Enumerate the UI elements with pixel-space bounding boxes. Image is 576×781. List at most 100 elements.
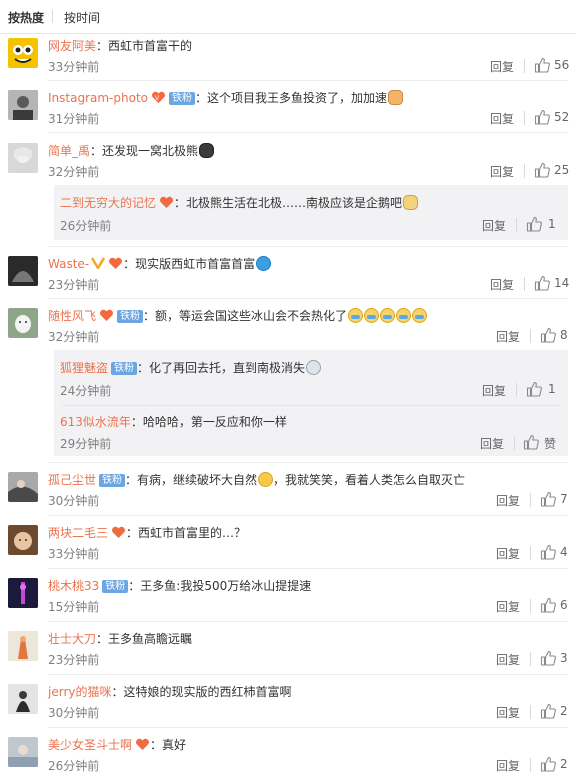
reply-button[interactable]: 回复 (490, 163, 514, 180)
laugh-cry-emoji-icon (348, 308, 364, 323)
reply-button[interactable]: 回复 (496, 492, 520, 509)
like-icon[interactable] (534, 109, 550, 125)
divider (48, 246, 568, 247)
colon: ： (137, 361, 150, 375)
username[interactable]: 桃木桃33 (48, 579, 99, 593)
reply-button[interactable]: 回复 (496, 704, 520, 721)
like-icon[interactable] (534, 162, 550, 178)
like-icon[interactable] (534, 275, 550, 291)
username[interactable]: 狐狸魅盗 (60, 361, 108, 375)
reply-button[interactable]: 回复 (482, 217, 506, 234)
avatar[interactable] (8, 90, 38, 120)
like-icon[interactable] (540, 491, 556, 507)
avatar[interactable] (8, 578, 38, 608)
reply-button[interactable]: 回复 (496, 598, 520, 615)
like-icon[interactable] (540, 327, 556, 343)
comment-text: 西虹市首富干的 (108, 39, 193, 53)
divider (530, 705, 531, 719)
comment-time: 26分钟前 (48, 759, 100, 773)
colon: ： (143, 309, 156, 323)
reply-button[interactable]: 回复 (490, 110, 514, 127)
like-icon[interactable] (540, 597, 556, 613)
comment-text: 有病，继续破坏大自然 (137, 473, 258, 487)
divider (48, 515, 568, 516)
like-count: 7 (560, 492, 568, 506)
laugh-cry-emoji-icon (396, 308, 412, 323)
comment-time: 32分钟前 (48, 330, 100, 344)
like-icon[interactable] (523, 434, 539, 450)
colon: ： (123, 257, 136, 271)
heart-badge-icon: V (151, 91, 166, 104)
divider (48, 621, 568, 622)
fan-badge: 铁粉 (169, 92, 195, 105)
avatar[interactable] (8, 737, 38, 767)
heart-badge-icon (135, 738, 150, 751)
username[interactable]: 美少女圣斗士啊 (48, 738, 132, 752)
reply-time: 24分钟前 (60, 384, 112, 398)
reply-button[interactable]: 回复 (496, 651, 520, 668)
comment-time: 23分钟前 (48, 278, 100, 292)
colon: ： (96, 39, 109, 53)
comment-text-continued: ，我就笑笑，看着人类怎么自取灭亡 (273, 473, 466, 487)
reply-button[interactable]: 回复 (496, 757, 520, 774)
reply-button[interactable]: 回复 (490, 58, 514, 75)
tab-hot[interactable]: 按热度 (8, 9, 44, 26)
like-count: 1 (548, 382, 556, 396)
avatar[interactable] (8, 472, 38, 502)
divider (530, 546, 531, 560)
avatar[interactable] (8, 143, 38, 173)
reply-button[interactable]: 回复 (496, 328, 520, 345)
colon: ： (150, 738, 163, 752)
divider (516, 383, 517, 397)
heart-badge-icon (108, 257, 123, 270)
username[interactable]: 613似水流年 (60, 415, 131, 429)
like-icon[interactable] (534, 57, 550, 73)
comment-item: Instagram-photo V 铁粉 ：这个项目我王多鱼投资了，加加速 31分钟前… (0, 84, 576, 130)
divider (48, 462, 568, 463)
avatar[interactable] (8, 525, 38, 555)
colon: ： (195, 91, 208, 105)
like-icon[interactable] (540, 756, 556, 772)
username[interactable]: 简单_禹 (48, 144, 90, 158)
like-icon[interactable] (540, 544, 556, 560)
divider (524, 111, 525, 125)
like-icon[interactable] (526, 216, 542, 232)
avatar[interactable] (8, 256, 38, 286)
username[interactable]: 随性风飞 (48, 309, 96, 323)
divider (524, 277, 525, 291)
like-icon[interactable] (526, 381, 542, 397)
comment-item: 桃木桃33 铁粉 ：王多鱼:我投500万给冰山提提速 15分钟前 回复 6 (0, 572, 576, 618)
username[interactable]: 网友阿美 (48, 39, 96, 53)
like-icon[interactable] (540, 650, 556, 666)
fan-badge: 铁粉 (111, 362, 138, 375)
avatar[interactable] (8, 684, 38, 714)
divider (530, 599, 531, 613)
username[interactable]: Waste- (48, 257, 89, 271)
like-count: 6 (560, 598, 568, 612)
avatar[interactable] (8, 631, 38, 661)
username[interactable]: Instagram-photo (48, 91, 148, 105)
comment-item: 壮士大刀：王多鱼高瞻远瞩 23分钟前 回复 3 (0, 625, 576, 671)
like-count: 4 (560, 545, 568, 559)
divider (530, 758, 531, 772)
comment-time: 31分钟前 (48, 112, 100, 126)
reply-button[interactable]: 回复 (482, 382, 506, 399)
like-icon[interactable] (540, 703, 556, 719)
reply-button[interactable]: 回复 (480, 435, 504, 452)
avatar[interactable] (8, 38, 38, 68)
colon: ： (128, 579, 141, 593)
reply-button[interactable]: 回复 (490, 276, 514, 293)
username[interactable]: jerry的猫咪 (48, 685, 111, 699)
comment-item: 随性风飞 铁粉 ：额，等运会国这些冰山会不会热化了 32分钟前 回复 8 (0, 302, 576, 348)
like-label[interactable]: 赞 (544, 435, 556, 452)
colon: ： (130, 415, 143, 429)
username[interactable]: 壮士大刀 (48, 632, 96, 646)
username[interactable]: 孤己尘世 (48, 473, 96, 487)
username[interactable]: 二到无穷大的记忆 (60, 196, 156, 210)
avatar[interactable] (8, 308, 38, 338)
colon: ： (111, 685, 124, 699)
username[interactable]: 两块二毛三 (48, 526, 108, 540)
tab-time[interactable]: 按时间 (64, 9, 100, 26)
reply-button[interactable]: 回复 (496, 545, 520, 562)
divider (524, 59, 525, 73)
